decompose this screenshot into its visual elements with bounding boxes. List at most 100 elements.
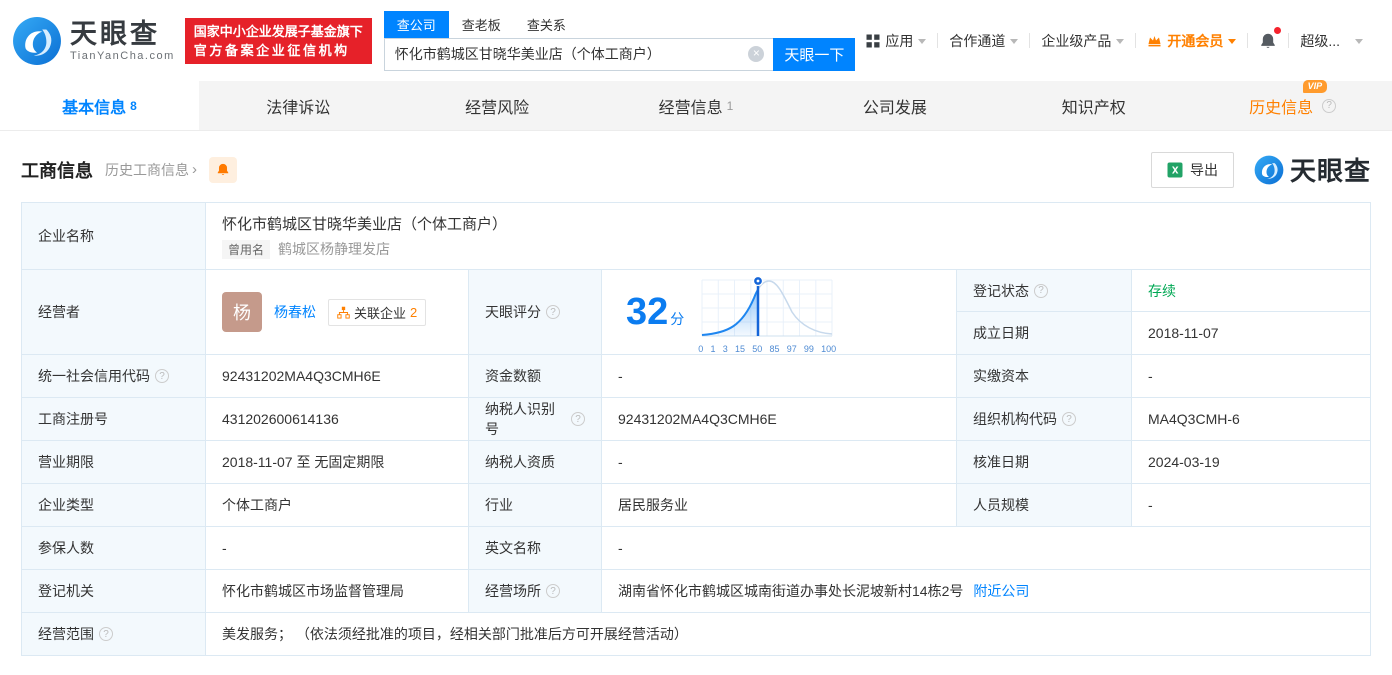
label-taxpayer-id: 纳税人识别号? <box>469 398 602 441</box>
label-tianyan-score: 天眼评分? <box>469 270 602 355</box>
bell-icon <box>1261 33 1276 48</box>
search-tab-relation[interactable]: 查关系 <box>514 11 579 38</box>
tianyancha-watermark-icon <box>1254 155 1284 184</box>
score-axis-ticks: 0 1 3 15 50 85 97 99 100 <box>698 344 837 354</box>
label-premises: 经营场所? <box>469 570 602 613</box>
search-button[interactable]: 天眼一下 <box>773 37 856 71</box>
value-premises: 湖南省怀化市鹤城区城南街道办事处长泥坡新村14栋2号 附近公司 <box>602 570 1371 613</box>
monitor-bell-button[interactable] <box>209 156 237 183</box>
value-reg-number: 431202600614136 <box>206 398 469 441</box>
value-paid-capital: - <box>1132 355 1371 398</box>
chevron-down-icon <box>918 39 927 44</box>
tianyancha-watermark: 天眼查 <box>1254 151 1371 188</box>
search-input[interactable] <box>384 46 774 62</box>
help-icon[interactable]: ? <box>546 305 560 319</box>
value-reg-status: 存续 <box>1132 270 1371 312</box>
value-establish-date: 2018-11-07 <box>1132 312 1371 355</box>
label-industry: 行业 <box>469 484 602 527</box>
table-row: 经营者 杨 杨春松 关联企业 2 登记状态? 存续 天眼评分 ? 32 分 0 … <box>22 270 1371 355</box>
table-row: 统一社会信用代码? 92431202MA4Q3CMH6E 资金数额 - 实缴资本… <box>22 355 1371 398</box>
table-row: 营业期限 2018-11-07 至 无固定期限 纳税人资质 - 核准日期 202… <box>22 441 1371 484</box>
tab-company-development[interactable]: 公司发展 <box>795 81 994 130</box>
value-approve-date: 2024-03-19 <box>1132 441 1371 484</box>
notifications-bell[interactable] <box>1248 26 1288 50</box>
nav-cooperation[interactable]: 合作通道 <box>938 31 1029 51</box>
tab-legal-litigation[interactable]: 法律诉讼 <box>199 81 398 130</box>
label-establish-date: 成立日期 <box>957 312 1132 355</box>
table-row: 企业类型 个体工商户 行业 居民服务业 人员规模 - <box>22 484 1371 527</box>
search-tab-company[interactable]: 查公司 <box>383 10 449 38</box>
table-row: 经营范围? 美发服务； （依法须经批准的项目，经相关部门批准后方可开展经营活动） <box>22 613 1371 656</box>
section-title: 工商信息 <box>21 160 93 181</box>
label-business-scope: 经营范围? <box>22 613 206 656</box>
table-row: 参保人数 - 英文名称 - <box>22 527 1371 570</box>
label-english-name: 英文名称 <box>469 527 602 570</box>
former-name-text: 鹤城区杨静理发店 <box>278 241 391 257</box>
crown-icon <box>1148 36 1161 47</box>
excel-icon <box>1167 162 1183 177</box>
value-taxpayer-quality: - <box>602 441 957 484</box>
value-insured-count: - <box>206 527 469 570</box>
history-business-info-link[interactable]: 历史工商信息 › <box>105 160 197 180</box>
score-distribution-chart: 0 1 3 15 50 85 97 99 100 <box>698 270 836 354</box>
help-icon[interactable]: ? <box>1062 412 1076 426</box>
top-header: 天眼查 TianYanCha.com 国家中小企业发展子基金旗下 官方备案企业征… <box>0 0 1392 81</box>
search-tab-boss[interactable]: 查老板 <box>449 11 514 38</box>
help-icon[interactable]: ? <box>571 412 585 426</box>
logo-domain: TianYanCha.com <box>70 49 175 62</box>
tianyancha-logo-icon <box>13 16 61 65</box>
value-tianyan-score: 32 分 0 1 3 15 50 85 97 99 100 <box>602 270 957 355</box>
nav-enterprise-products[interactable]: 企业级产品 <box>1030 31 1135 51</box>
tianyancha-logo[interactable]: 天眼查 TianYanCha.com <box>12 16 175 66</box>
help-icon[interactable]: ? <box>1034 283 1048 298</box>
nearby-companies-link[interactable]: 附近公司 <box>973 581 1029 601</box>
label-insured-count: 参保人数 <box>22 527 206 570</box>
chevron-down-icon <box>1010 39 1019 44</box>
tab-basic-info[interactable]: 基本信息 8 <box>0 81 199 130</box>
top-nav: 应用 合作通道 企业级产品 开通会员 超级... <box>855 26 1374 51</box>
tab-history-info[interactable]: 历史信息 VIP ? <box>1193 79 1392 130</box>
apps-grid-icon <box>866 34 880 47</box>
label-staff-size: 人员规模 <box>957 484 1132 527</box>
nav-open-membership[interactable]: 开通会员 <box>1136 31 1247 51</box>
company-name-text: 怀化市鹤城区甘晓华美业店（个体工商户） <box>222 216 508 233</box>
brand-certification-badge: 国家中小企业发展子基金旗下 官方备案企业征信机构 <box>184 17 372 64</box>
help-icon[interactable]: ? <box>99 627 113 641</box>
section-head: 工商信息 历史工商信息 › 导出 天眼查 <box>21 151 1371 188</box>
table-row: 企业名称 怀化市鹤城区甘晓华美业店（个体工商户） 曾用名 鹤城区杨静理发店 <box>22 203 1371 270</box>
tab-operation-info[interactable]: 经营信息 1 <box>597 81 796 130</box>
value-company-type: 个体工商户 <box>206 484 469 527</box>
chevron-down-icon <box>1116 39 1125 44</box>
label-taxpayer-quality: 纳税人资质 <box>469 441 602 484</box>
operator-name-link[interactable]: 杨春松 <box>274 302 316 322</box>
value-operator: 杨 杨春松 关联企业 2 <box>206 270 469 355</box>
value-org-code: MA4Q3CMH-6 <box>1132 398 1371 441</box>
logo-title: 天眼查 <box>70 18 160 49</box>
search-input-wrap: × <box>383 37 774 71</box>
label-reg-status: 登记状态? <box>957 270 1132 312</box>
tab-operation-risk[interactable]: 经营风险 <box>398 81 597 130</box>
help-icon[interactable]: ? <box>1322 98 1337 113</box>
score-number: 32 分 <box>626 291 685 333</box>
chevron-right-icon: › <box>192 161 197 178</box>
related-companies-button[interactable]: 关联企业 2 <box>328 298 427 326</box>
value-reg-authority: 怀化市鹤城区市场监督管理局 <box>206 570 469 613</box>
label-org-code: 组织机构代码? <box>957 398 1132 441</box>
label-reg-number: 工商注册号 <box>22 398 206 441</box>
nav-apps[interactable]: 应用 <box>855 31 937 51</box>
operator-avatar[interactable]: 杨 <box>222 292 262 332</box>
nav-user-account[interactable]: 超级... <box>1289 31 1374 51</box>
badge-line-1: 国家中小企业发展子基金旗下 <box>193 23 363 39</box>
value-staff-size: - <box>1132 484 1371 527</box>
value-business-term: 2018-11-07 至 无固定期限 <box>206 441 469 484</box>
export-button[interactable]: 导出 <box>1150 151 1234 188</box>
help-icon[interactable]: ? <box>155 369 169 383</box>
label-company-name: 企业名称 <box>22 203 206 270</box>
tab-intellectual-property[interactable]: 知识产权 <box>994 81 1193 130</box>
former-name-tag: 曾用名 <box>222 239 271 259</box>
value-fund-amount: - <box>602 355 957 398</box>
label-fund-amount: 资金数额 <box>469 355 602 398</box>
help-icon[interactable]: ? <box>546 584 560 598</box>
value-taxpayer-id: 92431202MA4Q3CMH6E <box>602 398 957 441</box>
chevron-down-icon <box>1355 39 1363 44</box>
